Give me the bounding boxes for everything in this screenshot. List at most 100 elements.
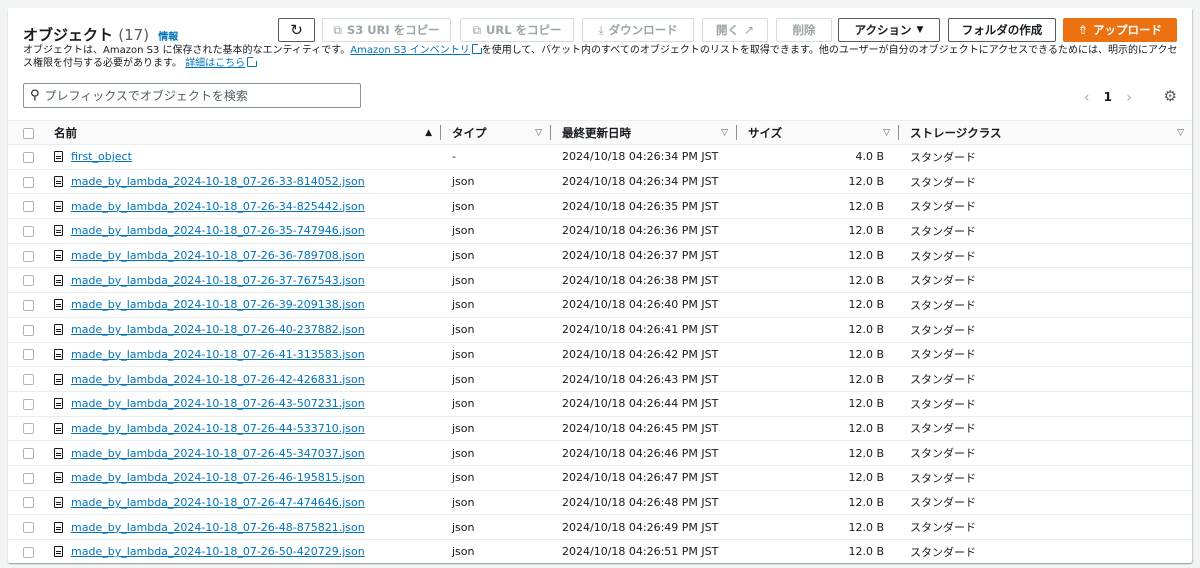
select-all-checkbox[interactable] (23, 127, 34, 139)
object-name-link[interactable]: made_by_lambda_2024-10-18_07-26-46-19581… (71, 471, 365, 484)
object-name-link[interactable]: made_by_lambda_2024-10-18_07-26-36-78970… (71, 249, 365, 262)
object-name-cell: made_by_lambda_2024-10-18_07-26-33-81405… (54, 169, 440, 195)
settings-gear-icon[interactable]: ⚙ (1164, 87, 1177, 105)
object-name-link[interactable]: made_by_lambda_2024-10-18_07-26-35-74794… (71, 224, 365, 237)
table-row: made_by_lambda_2024-10-18_07-26-36-78970… (8, 243, 1192, 269)
file-icon (54, 472, 63, 484)
chevron-left-icon[interactable]: ‹ (1084, 88, 1090, 106)
upload-button[interactable]: ⇮ アップロード (1063, 18, 1177, 42)
object-storage-class: スタンダード (910, 471, 976, 485)
object-size-cell: 12.0 B (736, 317, 898, 343)
info-link[interactable]: 情報 (158, 32, 178, 43)
object-type: json (452, 298, 475, 312)
object-name-link[interactable]: made_by_lambda_2024-10-18_07-26-39-20913… (71, 298, 365, 311)
col-type[interactable]: タイプ ▽ (440, 120, 550, 145)
object-type-cell: json (440, 218, 550, 244)
object-modified-cell: 2024/10/18 04:26:41 PM JST (550, 317, 736, 343)
row-checkbox[interactable] (23, 151, 34, 163)
copy-icon: ⧉ (472, 23, 482, 37)
object-name-link[interactable]: made_by_lambda_2024-10-18_07-26-33-81405… (71, 175, 365, 188)
object-modified: 2024/10/18 04:26:40 PM JST (562, 298, 719, 312)
search-input[interactable]: ⚲ プレフィックスでオブジェクトを検索 (23, 83, 361, 108)
object-name-link[interactable]: made_by_lambda_2024-10-18_07-26-42-42683… (71, 373, 365, 386)
object-name-link[interactable]: first_object (71, 150, 132, 163)
open-button[interactable]: 開く ↗ (702, 18, 768, 42)
object-modified: 2024/10/18 04:26:51 PM JST (562, 545, 719, 559)
object-name-link[interactable]: made_by_lambda_2024-10-18_07-26-45-34703… (71, 447, 365, 460)
row-checkbox[interactable] (23, 472, 34, 484)
object-name-link[interactable]: made_by_lambda_2024-10-18_07-26-48-87582… (71, 521, 365, 534)
external-link-icon: ↗ (743, 23, 755, 37)
file-icon (54, 447, 63, 459)
object-size: 12.0 B (848, 273, 884, 287)
row-checkbox[interactable] (23, 423, 34, 435)
row-select-cell (8, 416, 54, 442)
col-size[interactable]: サイズ ▽ (736, 120, 898, 145)
object-name-link[interactable]: made_by_lambda_2024-10-18_07-26-37-76754… (71, 274, 365, 287)
table-row: made_by_lambda_2024-10-18_07-26-47-47464… (8, 490, 1192, 516)
row-checkbox[interactable] (23, 250, 34, 262)
row-checkbox[interactable] (23, 349, 34, 361)
object-type: - (452, 150, 456, 164)
object-storage-cell: スタンダード (898, 169, 1192, 195)
object-name-link[interactable]: made_by_lambda_2024-10-18_07-26-44-53371… (71, 422, 365, 435)
row-select-cell (8, 218, 54, 244)
object-storage-cell: スタンダード (898, 416, 1192, 442)
details-link[interactable]: 詳細はこちら (185, 58, 245, 69)
object-name-cell: made_by_lambda_2024-10-18_07-26-36-78970… (54, 243, 440, 269)
download-button[interactable]: ⤓ ダウンロード (582, 18, 694, 42)
row-checkbox[interactable] (23, 176, 34, 188)
object-storage-cell: スタンダード (898, 490, 1192, 516)
column-divider[interactable] (440, 125, 441, 140)
chevron-right-icon[interactable]: › (1126, 88, 1132, 106)
copy-s3-uri-button[interactable]: ⧉ S3 URI をコピー (322, 18, 451, 42)
object-name-link[interactable]: made_by_lambda_2024-10-18_07-26-40-23788… (71, 323, 365, 336)
row-checkbox[interactable] (23, 448, 34, 460)
object-name-link[interactable]: made_by_lambda_2024-10-18_07-26-34-82544… (71, 200, 365, 213)
object-size: 12.0 B (848, 471, 884, 485)
object-name-link[interactable]: made_by_lambda_2024-10-18_07-26-43-50723… (71, 397, 365, 410)
object-modified: 2024/10/18 04:26:41 PM JST (562, 323, 719, 337)
object-name-link[interactable]: made_by_lambda_2024-10-18_07-26-50-42072… (71, 545, 365, 558)
table-row: made_by_lambda_2024-10-18_07-26-42-42683… (8, 366, 1192, 392)
inventory-link[interactable]: Amazon S3 インベントリ (350, 45, 469, 56)
copy-url-button[interactable]: ⧉ URL をコピー (460, 18, 574, 42)
row-checkbox[interactable] (23, 546, 34, 558)
table-row: made_by_lambda_2024-10-18_07-26-44-53371… (8, 416, 1192, 442)
page-number[interactable]: 1 (1104, 90, 1112, 104)
object-storage-class: スタンダード (910, 373, 976, 387)
row-checkbox[interactable] (23, 398, 34, 410)
column-divider[interactable] (550, 125, 551, 140)
external-link-icon (247, 56, 259, 67)
actions-dropdown[interactable]: アクション ▼ (838, 18, 940, 42)
row-checkbox[interactable] (23, 201, 34, 213)
refresh-button[interactable]: ↻ (278, 18, 315, 42)
row-checkbox[interactable] (23, 275, 34, 287)
object-storage-class: スタンダード (910, 545, 976, 559)
row-checkbox[interactable] (23, 324, 34, 336)
delete-button[interactable]: 削除 (776, 18, 832, 42)
object-name-cell: made_by_lambda_2024-10-18_07-26-41-31358… (54, 342, 440, 368)
object-name-link[interactable]: made_by_lambda_2024-10-18_07-26-47-47464… (71, 496, 365, 509)
copy-icon: ⧉ (333, 23, 342, 37)
objects-panel: オブジェクト (17) 情報 ↻ ⧉ S3 URI をコピー ⧉ URL をコピ… (8, 8, 1192, 563)
object-name-link[interactable]: made_by_lambda_2024-10-18_07-26-41-31358… (71, 348, 365, 361)
search-icon: ⚲ (30, 88, 40, 103)
row-checkbox[interactable] (23, 522, 34, 534)
row-checkbox[interactable] (23, 374, 34, 386)
row-select-cell (8, 193, 54, 220)
object-size: 12.0 B (848, 520, 884, 534)
file-icon (54, 200, 63, 212)
col-type-label: タイプ (452, 125, 487, 140)
row-checkbox[interactable] (23, 299, 34, 311)
object-type-cell: json (440, 366, 550, 392)
row-checkbox[interactable] (23, 225, 34, 237)
object-storage-class: スタンダード (910, 274, 976, 288)
col-name[interactable]: 名前 ▲ (54, 120, 440, 145)
column-divider[interactable] (736, 125, 737, 140)
row-checkbox[interactable] (23, 497, 34, 509)
column-divider[interactable] (898, 125, 899, 140)
col-last-modified[interactable]: 最終更新日時 ▽ (550, 120, 736, 145)
create-folder-button[interactable]: フォルダの作成 (948, 18, 1056, 42)
col-storage-class[interactable]: ストレージクラス ▽ (898, 120, 1192, 145)
